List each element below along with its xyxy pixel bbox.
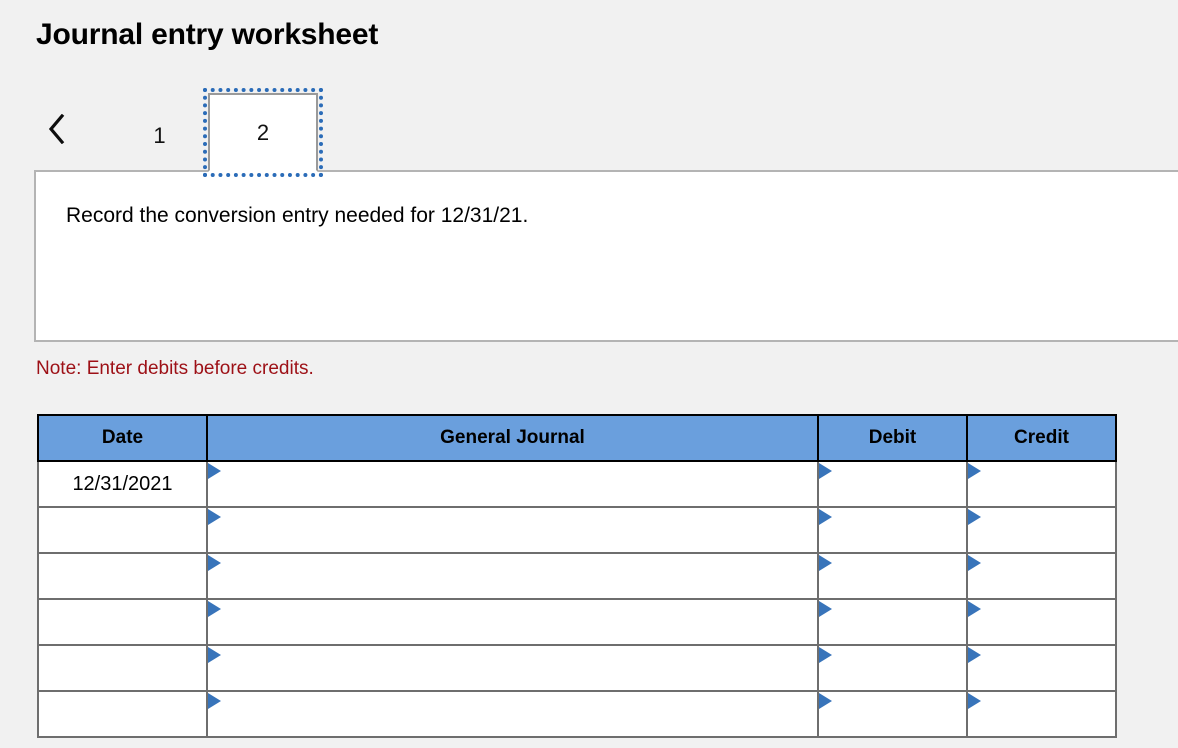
column-header-date: Date: [37, 414, 208, 462]
debit-input[interactable]: [817, 690, 968, 738]
debit-input[interactable]: [817, 506, 968, 554]
cell-marker-icon: [208, 463, 221, 479]
credit-input[interactable]: [966, 506, 1117, 554]
table-row: [37, 644, 1117, 692]
cell-marker-icon: [968, 647, 981, 663]
cell-marker-icon: [819, 693, 832, 709]
cell-marker-icon: [208, 693, 221, 709]
credit-input[interactable]: [966, 552, 1117, 600]
cell-marker-icon: [968, 463, 981, 479]
table-row: 12/31/2021: [37, 460, 1117, 508]
page-title: Journal entry worksheet: [36, 18, 379, 51]
general-journal-input[interactable]: [206, 552, 819, 600]
previous-tab-button[interactable]: [36, 106, 76, 152]
column-header-general-journal: General Journal: [206, 414, 819, 462]
table-row: [37, 690, 1117, 738]
date-cell[interactable]: 12/31/2021: [37, 460, 208, 508]
debits-before-credits-note: Note: Enter debits before credits.: [36, 358, 314, 379]
column-header-debit: Debit: [817, 414, 968, 462]
instruction-panel: Record the conversion entry needed for 1…: [34, 170, 1178, 342]
chevron-left-icon: [48, 114, 64, 144]
date-cell[interactable]: [37, 506, 208, 554]
tab-page-2[interactable]: 2: [203, 88, 323, 177]
journal-entry-table: Date General Journal Debit Credit 12/31/…: [37, 414, 1117, 738]
general-journal-input[interactable]: [206, 506, 819, 554]
date-cell[interactable]: [37, 598, 208, 646]
cell-marker-icon: [968, 509, 981, 525]
cell-marker-icon: [208, 555, 221, 571]
date-cell[interactable]: [37, 690, 208, 738]
cell-marker-icon: [819, 463, 832, 479]
cell-marker-icon: [968, 601, 981, 617]
cell-marker-icon: [208, 509, 221, 525]
tab-page-1[interactable]: 1: [108, 100, 211, 172]
tab-page-1-label: 1: [153, 123, 166, 148]
cell-marker-icon: [819, 601, 832, 617]
credit-input[interactable]: [966, 460, 1117, 508]
cell-marker-icon: [208, 601, 221, 617]
credit-input[interactable]: [966, 690, 1117, 738]
debit-input[interactable]: [817, 644, 968, 692]
cell-marker-icon: [819, 647, 832, 663]
tab-strip: 1 2: [36, 88, 1178, 177]
date-cell[interactable]: [37, 552, 208, 600]
instruction-text: Record the conversion entry needed for 1…: [66, 204, 529, 227]
table-row: [37, 598, 1117, 646]
table-header-row: Date General Journal Debit Credit: [37, 414, 1117, 462]
general-journal-input[interactable]: [206, 644, 819, 692]
credit-input[interactable]: [966, 644, 1117, 692]
debit-input[interactable]: [817, 460, 968, 508]
cell-marker-icon: [819, 509, 832, 525]
cell-marker-icon: [968, 555, 981, 571]
cell-marker-icon: [968, 693, 981, 709]
cell-marker-icon: [819, 555, 832, 571]
tab-page-2-label: 2: [256, 119, 270, 145]
credit-input[interactable]: [966, 598, 1117, 646]
date-cell[interactable]: [37, 644, 208, 692]
debit-input[interactable]: [817, 598, 968, 646]
debit-input[interactable]: [817, 552, 968, 600]
cell-marker-icon: [208, 647, 221, 663]
table-row: [37, 506, 1117, 554]
general-journal-input[interactable]: [206, 690, 819, 738]
column-header-credit: Credit: [966, 414, 1117, 462]
general-journal-input[interactable]: [206, 460, 819, 508]
table-row: [37, 552, 1117, 600]
general-journal-input[interactable]: [206, 598, 819, 646]
